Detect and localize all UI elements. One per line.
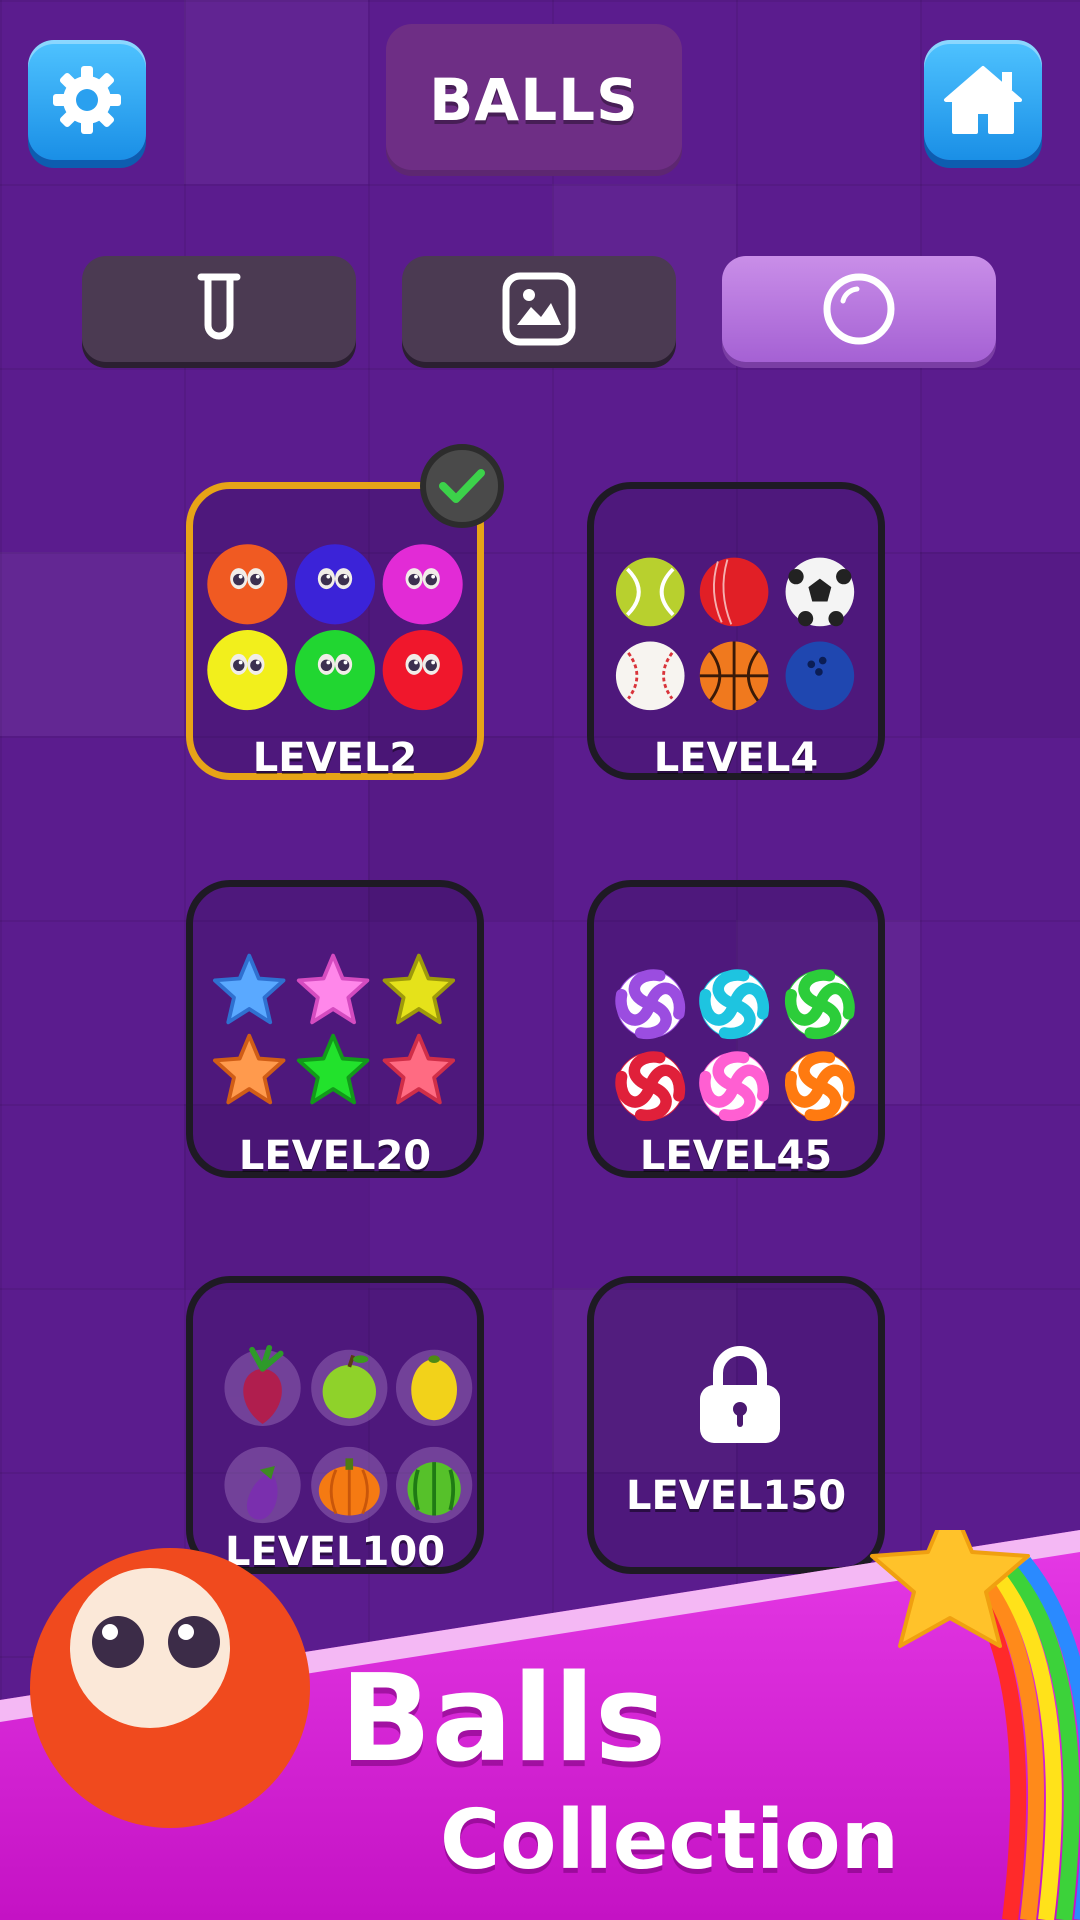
tab-tubes[interactable] (82, 256, 356, 362)
level-label: LEVEL2 (252, 735, 418, 781)
ball-yellow (207, 630, 288, 711)
selected-check-icon (420, 444, 504, 528)
watermelon (407, 1462, 461, 1516)
test-tube-icon (197, 273, 241, 340)
home-icon (944, 66, 1022, 134)
page-title: BALLS (429, 66, 639, 134)
level-label: LEVEL4 (653, 735, 819, 781)
home-button[interactable] (924, 40, 1042, 160)
soccer-ball (785, 557, 855, 627)
banner-title: Balls (340, 1650, 667, 1789)
star-blue (213, 953, 286, 1025)
banner-subtitle: Collection (440, 1793, 899, 1888)
lock-icon (700, 1346, 780, 1443)
gear-icon (53, 66, 121, 134)
title-banner: BALLS (386, 24, 682, 176)
ball-icon (823, 273, 895, 345)
ball-orange (207, 544, 288, 625)
ball-mascot (30, 1548, 310, 1828)
collection-item-level45[interactable]: LEVEL45 (587, 880, 885, 1179)
tab-balls[interactable] (722, 256, 996, 362)
star-yellow (382, 953, 456, 1025)
collection-item-level2[interactable]: LEVEL2 (186, 482, 484, 781)
ball-blue (294, 544, 376, 625)
level-label: LEVEL20 (238, 1133, 432, 1179)
candy-red (617, 1053, 684, 1120)
ball-red (382, 630, 463, 711)
ball-magenta (382, 544, 463, 625)
candies-preview (594, 887, 878, 1171)
star-red (382, 1033, 456, 1105)
tab-backgrounds[interactable] (402, 256, 676, 362)
fruits-preview (224, 1344, 473, 1524)
candy-orange (787, 1053, 854, 1120)
collection-item-level4[interactable]: LEVEL4 (587, 482, 885, 781)
baseball (615, 641, 685, 711)
settings-button[interactable] (28, 40, 146, 160)
ball-green (294, 630, 376, 711)
bowling-ball (785, 641, 855, 711)
tennis-ball (615, 557, 685, 627)
candy-pink (701, 1053, 768, 1120)
level-label: LEVEL45 (639, 1133, 833, 1179)
candy-green (787, 971, 854, 1038)
star-pink (296, 953, 370, 1025)
stars-preview (213, 953, 456, 1105)
collection-item-level20[interactable]: LEVEL20 (186, 880, 484, 1179)
star-orange (213, 1033, 286, 1105)
sports-balls-preview (615, 557, 855, 711)
cricket-ball (699, 557, 769, 627)
star-green (296, 1033, 370, 1105)
level-label: LEVEL150 (625, 1473, 847, 1519)
candy-purple (617, 971, 684, 1038)
image-icon (502, 272, 576, 346)
candy-cyan (701, 971, 768, 1038)
basketball (699, 641, 769, 711)
face-balls-preview (207, 544, 463, 711)
